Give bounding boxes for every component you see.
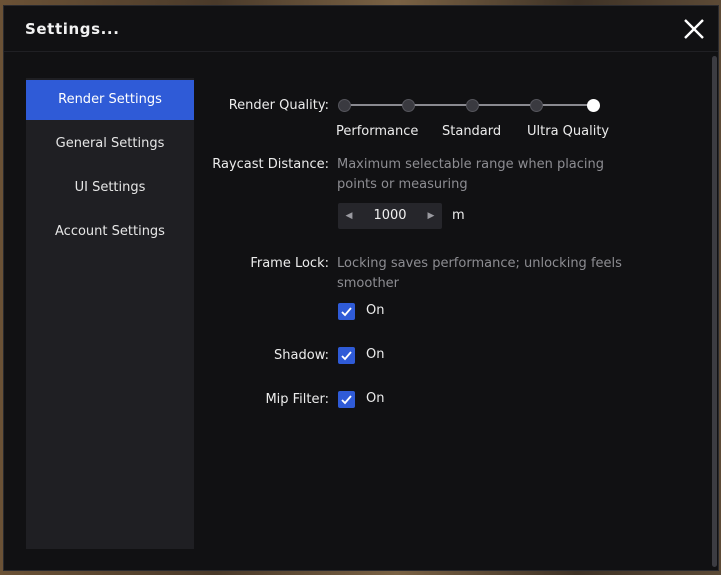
frame-lock-checkbox[interactable] [338, 303, 355, 320]
checkmark-icon [341, 395, 352, 405]
slider-step-2[interactable] [402, 99, 415, 112]
sidebar-item-ui-settings[interactable]: UI Settings [26, 168, 194, 208]
slider-step-3[interactable] [466, 99, 479, 112]
dialog-titlebar: Settings... [4, 6, 718, 52]
render-settings-panel: Render Quality: Performance Standard Ult… [194, 52, 704, 552]
slider-step-4[interactable] [530, 99, 543, 112]
settings-dialog: Settings... Render Settings General Sett… [3, 5, 719, 571]
quality-tick-ultra-quality: Ultra Quality [527, 124, 610, 139]
render-quality-slider[interactable] [337, 95, 607, 115]
sidebar-item-general-settings[interactable]: General Settings [26, 124, 194, 164]
mip-filter-on-label: On [366, 391, 385, 406]
raycast-distance-value[interactable]: 1000 [360, 203, 420, 229]
sidebar-item-render-settings[interactable]: Render Settings [26, 80, 194, 120]
frame-lock-description: Locking saves performance; unlocking fee… [337, 256, 622, 291]
shadow-label: Shadow: [274, 348, 329, 363]
shadow-on-label: On [366, 347, 385, 362]
mip-filter-checkbox[interactable] [338, 391, 355, 408]
slider-step-5[interactable] [587, 99, 600, 112]
quality-tick-standard: Standard [442, 124, 502, 139]
raycast-distance-unit: m [452, 208, 465, 223]
mip-filter-label: Mip Filter: [265, 392, 329, 407]
dialog-title: Settings... [25, 20, 120, 38]
slider-step-1[interactable] [338, 99, 351, 112]
render-quality-label: Render Quality: [228, 98, 329, 113]
shadow-checkbox[interactable] [338, 347, 355, 364]
settings-sidebar: Render Settings General Settings UI Sett… [26, 78, 194, 549]
caret-right-icon[interactable]: ▶ [420, 203, 442, 229]
panel-scrollbar[interactable] [712, 56, 717, 567]
frame-lock-label: Frame Lock: [250, 256, 329, 271]
checkmark-icon [341, 351, 352, 361]
raycast-distance-label: Raycast Distance: [212, 157, 329, 172]
checkmark-icon [341, 307, 352, 317]
frame-lock-on-label: On [366, 303, 385, 318]
close-icon [684, 19, 704, 39]
quality-tick-performance: Performance [336, 124, 419, 139]
sidebar-item-account-settings[interactable]: Account Settings [26, 212, 194, 252]
raycast-distance-stepper[interactable]: ◀ 1000 ▶ [338, 203, 442, 229]
close-button[interactable] [681, 16, 707, 42]
raycast-distance-description: Maximum selectable range when placing po… [337, 157, 605, 192]
caret-left-icon[interactable]: ◀ [338, 203, 360, 229]
